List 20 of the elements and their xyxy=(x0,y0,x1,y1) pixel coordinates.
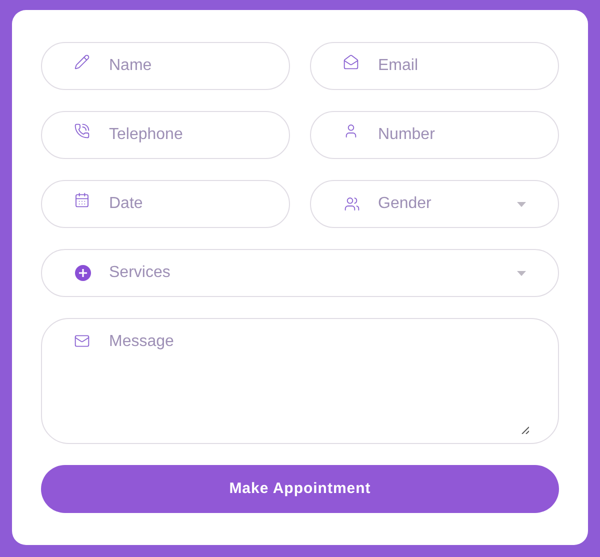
input-field[interactable]: Email xyxy=(310,42,559,90)
input-field[interactable]: Name xyxy=(41,42,290,90)
resize-handle-icon[interactable] xyxy=(521,426,529,434)
user-icon xyxy=(343,123,359,139)
make-appointment-button[interactable]: Make Appointment xyxy=(41,465,559,513)
input-field[interactable]: Number xyxy=(310,111,559,159)
input-field[interactable]: Telephone xyxy=(41,111,290,159)
message-field[interactable]: Message xyxy=(41,318,559,444)
caret-icon xyxy=(517,202,526,206)
input-field[interactable]: Date xyxy=(41,180,290,228)
open-envelope-icon xyxy=(343,54,359,70)
people-icon xyxy=(344,196,360,212)
caret-icon xyxy=(517,270,526,276)
plus-icon xyxy=(75,265,91,281)
select-field[interactable]: Gender xyxy=(310,180,559,228)
select-field[interactable]: Services xyxy=(41,249,559,297)
pencil-icon xyxy=(74,54,90,70)
phone-icon xyxy=(74,123,90,139)
envelope-icon xyxy=(74,333,90,349)
calendar-icon xyxy=(74,192,90,208)
